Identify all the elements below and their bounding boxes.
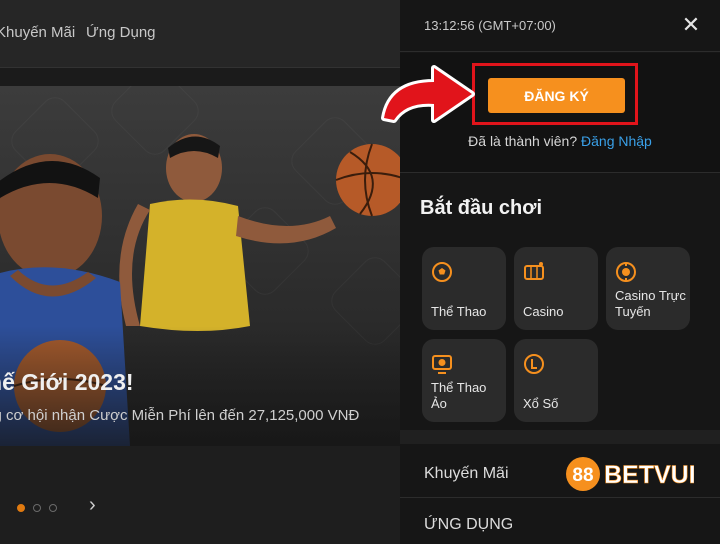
soccer-ball-icon [432,262,452,282]
svg-text:88: 88 [572,465,593,486]
register-button[interactable]: ĐĂNG KÝ [488,78,625,113]
close-icon[interactable]: ✕ [680,14,702,36]
game-tile-virtual-sports[interactable]: Thể Thao Ảo [422,339,506,422]
game-tile-label: Xổ Số [523,396,559,411]
88betvui-logo: 88 BETVUI [566,457,694,491]
section-title: Bắt đầu chơi [420,197,543,219]
clock-time: 13:12:56 (GMT+07:00) [424,18,556,33]
drawer-header: 13:12:56 (GMT+07:00) ✕ [400,0,720,52]
carousel-next-icon[interactable]: › [89,494,96,517]
carousel-dot-1[interactable] [17,504,25,512]
carousel-dot-3[interactable] [49,504,57,512]
lottery-ball-icon [524,354,544,374]
carousel-dot-2[interactable] [33,504,41,512]
svg-text:BETVUI: BETVUI [604,461,694,489]
menu-item-label: Khuyến Mãi [424,465,509,482]
game-tile-label: Casino Trực Tuyến [615,288,686,319]
menu-item-app[interactable]: ỨNG DỤNG [400,500,720,544]
game-tile-lottery[interactable]: Xổ Số [514,339,598,422]
virtual-sports-monitor-icon [432,355,452,374]
game-tile-live-casino[interactable]: Casino Trực Tuyến [606,247,690,330]
member-prompt-text: Đã là thành viên? [468,133,578,149]
top-navigation: Khuyến Mãi Ứng Dụng [0,0,400,68]
game-tile-casino[interactable]: Casino [514,247,598,330]
game-tile-sports[interactable]: Thể Thao [422,247,506,330]
poker-chip-icon [616,262,636,282]
drawer-divider [400,430,720,444]
pointer-arrow-icon [381,65,475,123]
screen: Khuyến Mãi Ứng Dụng ế Giới 2023! Cùng cơ… [0,0,720,544]
game-tile-label: Thể Thao [431,304,487,319]
nav-link-promotions[interactable]: Khuyến Mãi [0,24,75,41]
slot-machine-icon [524,262,544,280]
nav-link-app[interactable]: Ứng Dụng [86,24,156,41]
hero-banner[interactable]: Thế Giới 2023! Cùng cơ hội nhận Cược Miễ… [0,86,400,446]
game-tile-label: Thể Thao Ảo [431,380,487,411]
hero-title: Thế Giới 2023! [0,369,134,395]
page-background [0,446,400,544]
menu-item-label: ỨNG DỤNG [424,516,514,533]
hero-subtitle: Cùng cơ hội nhận Cược Miễn Phí lên đến 2… [0,407,360,424]
game-tile-label: Casino [523,304,564,319]
login-link[interactable]: Đăng Nhập [581,133,652,149]
